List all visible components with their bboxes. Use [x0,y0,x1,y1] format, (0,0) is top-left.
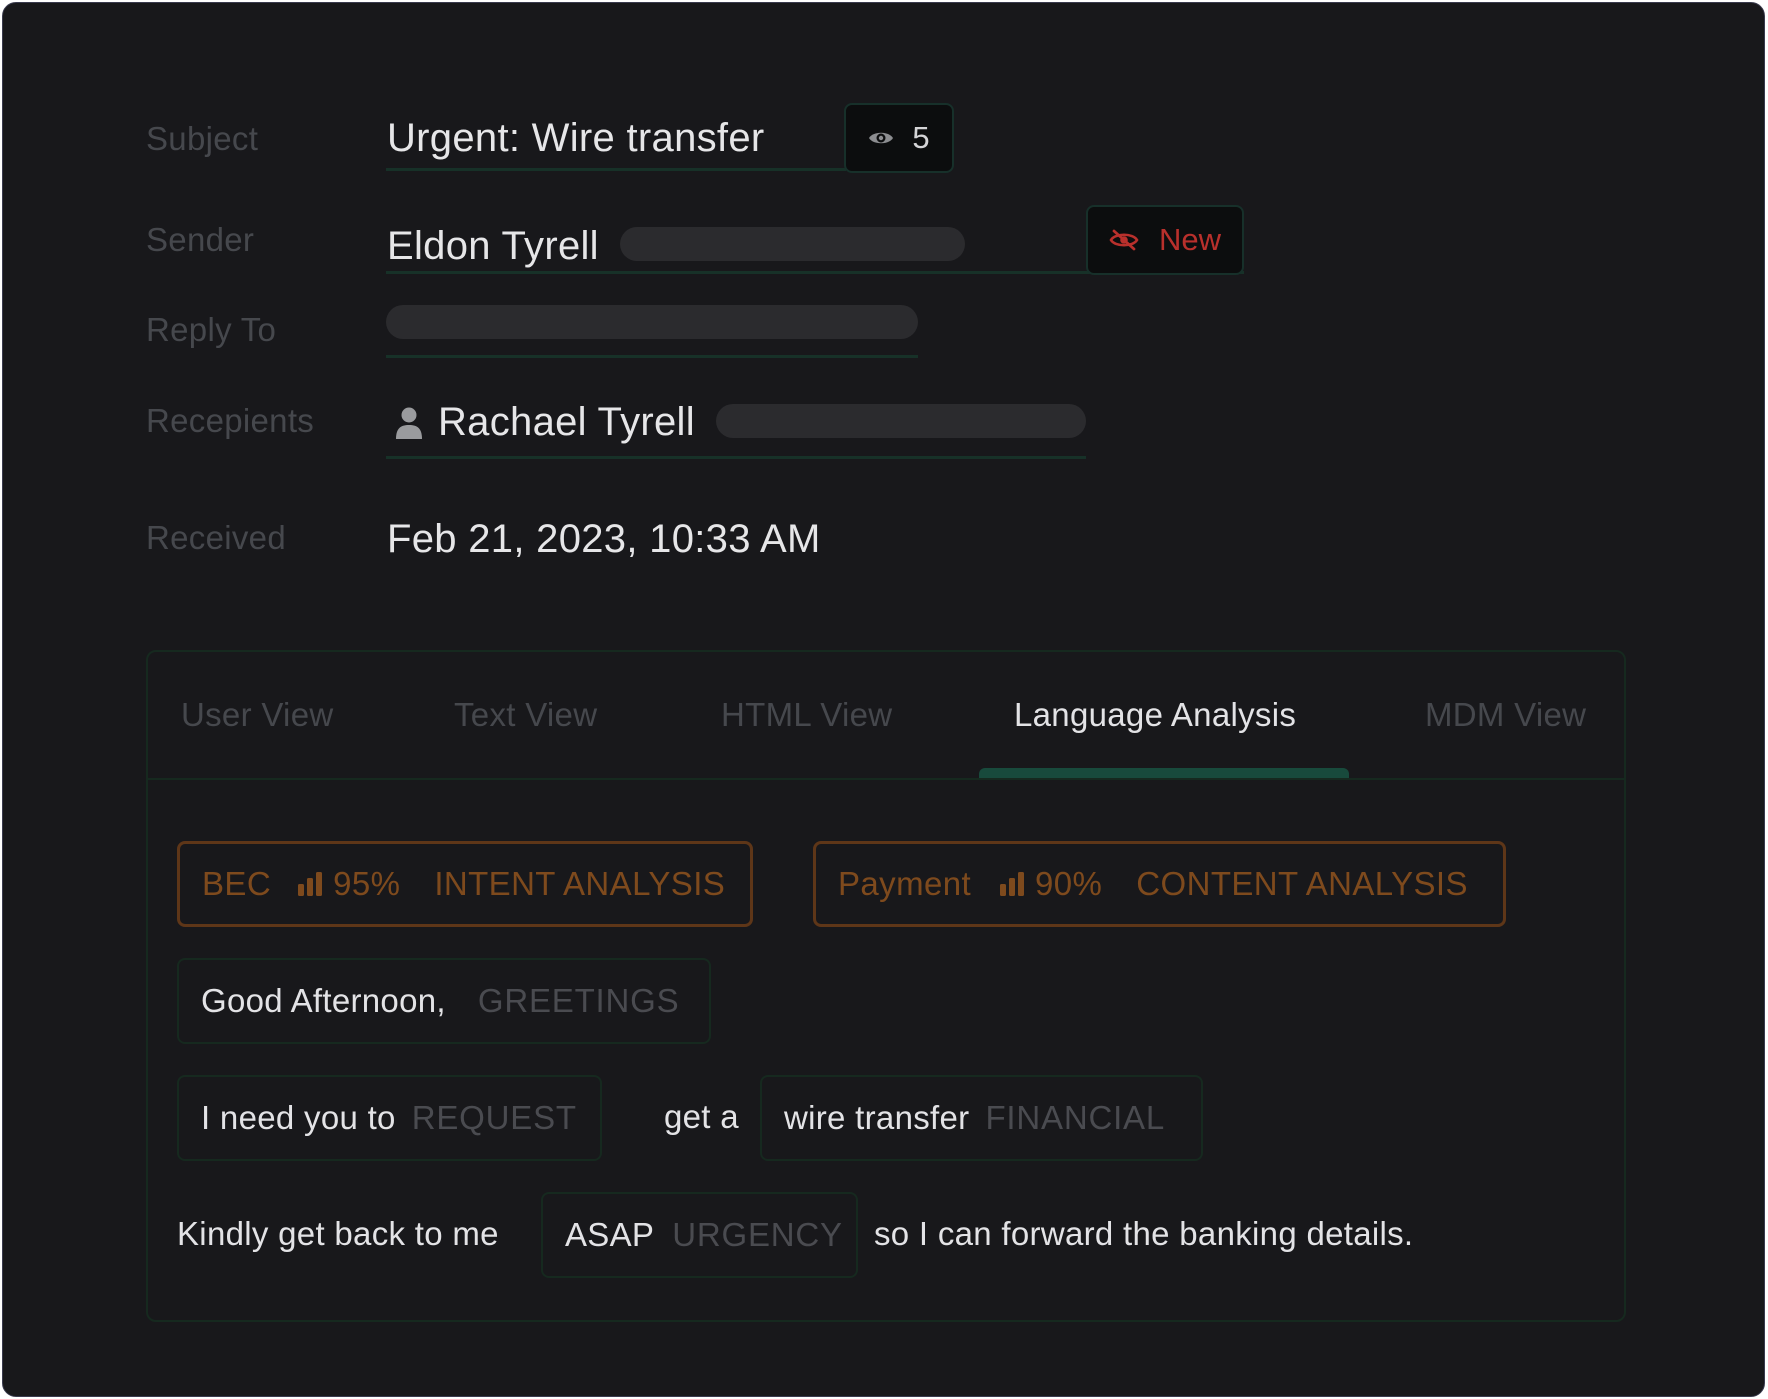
new-badge-label: New [1158,222,1221,257]
reply-to-redacted [386,305,918,339]
request-category: REQUEST [411,1099,577,1136]
sentence-prefix: Kindly get back to me [177,1215,499,1252]
email-details-card: Subject Urgent: Wire transfer 5 Sender E… [2,2,1765,1397]
urgency-phrase: ASAP [565,1216,655,1253]
new-sender-badge[interactable]: New [1086,205,1244,275]
tab-mdm-view[interactable]: MDM View [1425,696,1586,734]
person-icon [396,407,422,439]
request-phrase: I need you to [201,1099,396,1136]
subject-underline [386,168,846,171]
content-score: 90% [1035,865,1103,902]
recipient-name: Rachael Tyrell [438,400,695,444]
eye-icon [869,132,894,144]
recipients-underline [386,456,1086,459]
bar-chart-icon [1000,872,1025,896]
subject-value: Urgent: Wire transfer [387,116,765,160]
content-category: CONTENT ANALYSIS [1136,865,1468,902]
tab-text-view[interactable]: Text View [454,696,597,734]
tab-language-analysis[interactable]: Language Analysis [1014,696,1296,734]
tabs-divider [148,778,1624,780]
tab-user-view[interactable]: User View [181,696,333,734]
greeting-tag[interactable]: Good Afternoon, GREETINGS [177,958,711,1044]
content-label: Payment [838,865,972,902]
financial-phrase: wire transfer [784,1099,970,1136]
intent-score: 95% [333,865,401,902]
financial-category: FINANCIAL [985,1099,1166,1136]
financial-tag[interactable]: wire transfer FINANCIAL [760,1075,1203,1161]
subject-label: Subject [146,120,259,157]
sender-label: Sender [146,221,255,258]
received-value: Feb 21, 2023, 10:33 AM [387,517,821,561]
views-count: 5 [912,120,930,155]
sentence-suffix: so I can forward the banking details. [874,1215,1414,1252]
recipient-email-redacted [716,404,1086,438]
active-tab-indicator [979,768,1349,778]
intent-label: BEC [202,865,272,902]
content-analysis-tag[interactable]: Payment 90% CONTENT ANALYSIS [813,841,1506,927]
reply-to-label: Reply To [146,311,277,348]
greeting-category: GREETINGS [477,982,680,1019]
sender-name: Eldon Tyrell [387,224,599,268]
views-badge[interactable]: 5 [844,103,954,173]
recipients-label: Recepients [146,402,315,439]
intent-analysis-tag[interactable]: BEC 95% INTENT ANALYSIS [177,841,753,927]
urgency-tag[interactable]: ASAP URGENCY [541,1192,858,1278]
bar-chart-icon [298,872,323,896]
connector-text: get a [664,1098,739,1135]
urgency-category: URGENCY [672,1216,843,1253]
received-label: Received [146,519,286,556]
eye-slash-icon [1109,229,1139,251]
sender-email-redacted [620,227,965,261]
greeting-phrase: Good Afternoon, [201,982,446,1019]
analysis-panel: User View Text View HTML View Language A… [146,650,1626,1322]
intent-category: INTENT ANALYSIS [434,865,726,902]
reply-to-underline [386,355,918,358]
tab-html-view[interactable]: HTML View [721,696,892,734]
request-tag[interactable]: I need you to REQUEST [177,1075,602,1161]
